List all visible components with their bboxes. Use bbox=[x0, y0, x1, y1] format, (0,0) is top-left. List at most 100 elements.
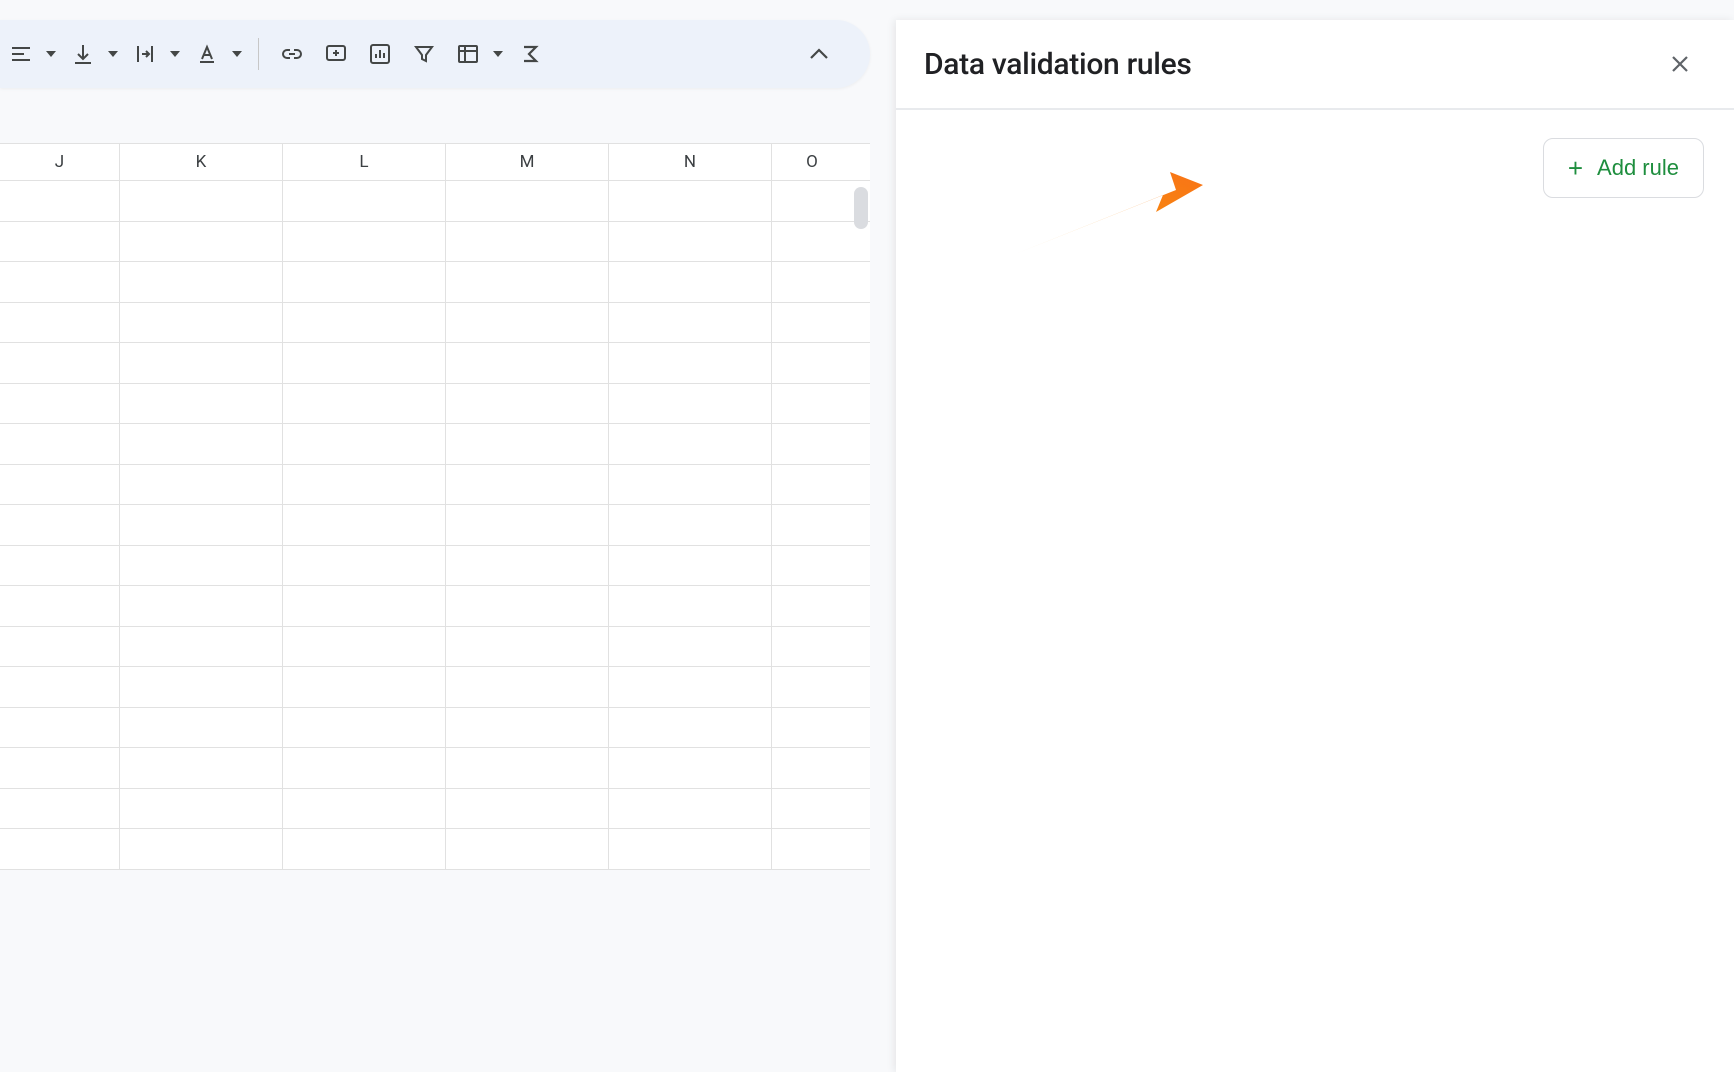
grid-cell[interactable] bbox=[283, 262, 446, 302]
grid-cell[interactable] bbox=[446, 303, 609, 343]
grid-cell[interactable] bbox=[0, 627, 120, 667]
grid-cell[interactable] bbox=[0, 748, 120, 788]
add-rule-button[interactable]: + Add rule bbox=[1543, 138, 1704, 198]
grid-cell[interactable] bbox=[772, 748, 852, 788]
grid-cell[interactable] bbox=[120, 546, 283, 586]
grid-cell[interactable] bbox=[772, 829, 852, 869]
grid-cell[interactable] bbox=[120, 789, 283, 829]
grid-cell[interactable] bbox=[446, 222, 609, 262]
grid-cell[interactable] bbox=[446, 343, 609, 383]
grid-cell[interactable] bbox=[120, 465, 283, 505]
grid-cell[interactable] bbox=[772, 627, 852, 667]
grid-cell[interactable] bbox=[0, 505, 120, 545]
grid-cell[interactable] bbox=[0, 262, 120, 302]
grid-cell[interactable] bbox=[120, 384, 283, 424]
grid-cell[interactable] bbox=[772, 343, 852, 383]
grid-cell[interactable] bbox=[446, 262, 609, 302]
text-rotation-button[interactable] bbox=[186, 33, 228, 75]
grid-cell[interactable] bbox=[0, 546, 120, 586]
rotation-dropdown[interactable] bbox=[228, 51, 246, 57]
grid-cell[interactable] bbox=[283, 424, 446, 464]
grid-cell[interactable] bbox=[609, 303, 772, 343]
grid-cell[interactable] bbox=[446, 384, 609, 424]
grid-cell[interactable] bbox=[446, 748, 609, 788]
grid-cell[interactable] bbox=[283, 586, 446, 626]
grid-cell[interactable] bbox=[446, 586, 609, 626]
grid-cell[interactable] bbox=[609, 384, 772, 424]
grid-cell[interactable] bbox=[609, 627, 772, 667]
grid-cell[interactable] bbox=[120, 627, 283, 667]
grid-cell[interactable] bbox=[609, 424, 772, 464]
wrap-button[interactable] bbox=[124, 33, 166, 75]
grid-cell[interactable] bbox=[0, 465, 120, 505]
grid-cell[interactable] bbox=[446, 667, 609, 707]
grid-cell[interactable] bbox=[446, 627, 609, 667]
filter-views-dropdown[interactable] bbox=[489, 51, 507, 57]
grid-cell[interactable] bbox=[0, 181, 120, 221]
grid-cell[interactable] bbox=[772, 424, 852, 464]
grid-cell[interactable] bbox=[772, 505, 852, 545]
grid-cell[interactable] bbox=[446, 789, 609, 829]
grid-cell[interactable] bbox=[120, 222, 283, 262]
grid-cell[interactable] bbox=[609, 181, 772, 221]
grid-cell[interactable] bbox=[446, 708, 609, 748]
grid-cell[interactable] bbox=[120, 505, 283, 545]
grid-cell[interactable] bbox=[772, 384, 852, 424]
grid-cell[interactable] bbox=[120, 586, 283, 626]
grid-cell[interactable] bbox=[609, 829, 772, 869]
grid-cell[interactable] bbox=[772, 708, 852, 748]
grid-cell[interactable] bbox=[120, 667, 283, 707]
filter-views-button[interactable] bbox=[447, 33, 489, 75]
scrollbar-thumb[interactable] bbox=[854, 187, 868, 229]
grid-cell[interactable] bbox=[446, 424, 609, 464]
grid-cell[interactable] bbox=[0, 424, 120, 464]
grid-cell[interactable] bbox=[283, 748, 446, 788]
grid-cell[interactable] bbox=[283, 343, 446, 383]
grid-cell[interactable] bbox=[609, 343, 772, 383]
grid-cell[interactable] bbox=[283, 789, 446, 829]
grid-cell[interactable] bbox=[0, 708, 120, 748]
grid-cell[interactable] bbox=[772, 546, 852, 586]
grid-cell[interactable] bbox=[120, 829, 283, 869]
grid-cell[interactable] bbox=[772, 181, 852, 221]
grid-cell[interactable] bbox=[772, 222, 852, 262]
functions-button[interactable] bbox=[509, 33, 551, 75]
grid-cell[interactable] bbox=[283, 829, 446, 869]
grid-cell[interactable] bbox=[446, 505, 609, 545]
grid-cell[interactable] bbox=[772, 586, 852, 626]
grid-cell[interactable] bbox=[772, 465, 852, 505]
column-header[interactable]: K bbox=[120, 144, 283, 180]
grid-cell[interactable] bbox=[0, 829, 120, 869]
column-header[interactable]: J bbox=[0, 144, 120, 180]
grid-cell[interactable] bbox=[0, 303, 120, 343]
valign-dropdown[interactable] bbox=[104, 51, 122, 57]
filter-button[interactable] bbox=[403, 33, 445, 75]
close-panel-button[interactable] bbox=[1662, 46, 1698, 82]
grid-cell[interactable] bbox=[120, 424, 283, 464]
grid-cell[interactable] bbox=[772, 789, 852, 829]
grid-cell[interactable] bbox=[772, 262, 852, 302]
grid-cell[interactable] bbox=[283, 303, 446, 343]
column-header[interactable]: M bbox=[446, 144, 609, 180]
grid-cell[interactable] bbox=[120, 343, 283, 383]
grid-cell[interactable] bbox=[283, 627, 446, 667]
grid-cell[interactable] bbox=[609, 708, 772, 748]
grid-cell[interactable] bbox=[0, 789, 120, 829]
grid-cell[interactable] bbox=[446, 181, 609, 221]
grid-cell[interactable] bbox=[283, 505, 446, 545]
grid-cell[interactable] bbox=[609, 505, 772, 545]
grid-cell[interactable] bbox=[609, 222, 772, 262]
grid-cell[interactable] bbox=[120, 262, 283, 302]
insert-chart-button[interactable] bbox=[359, 33, 401, 75]
grid-cell[interactable] bbox=[0, 222, 120, 262]
wrap-dropdown[interactable] bbox=[166, 51, 184, 57]
insert-comment-button[interactable] bbox=[315, 33, 357, 75]
grid-cell[interactable] bbox=[283, 546, 446, 586]
grid-cell[interactable] bbox=[609, 789, 772, 829]
vertical-scrollbar[interactable] bbox=[852, 182, 870, 862]
grid-cell[interactable] bbox=[0, 667, 120, 707]
grid-cell[interactable] bbox=[446, 829, 609, 869]
grid-cell[interactable] bbox=[283, 384, 446, 424]
grid-cell[interactable] bbox=[0, 343, 120, 383]
grid-cell[interactable] bbox=[446, 465, 609, 505]
